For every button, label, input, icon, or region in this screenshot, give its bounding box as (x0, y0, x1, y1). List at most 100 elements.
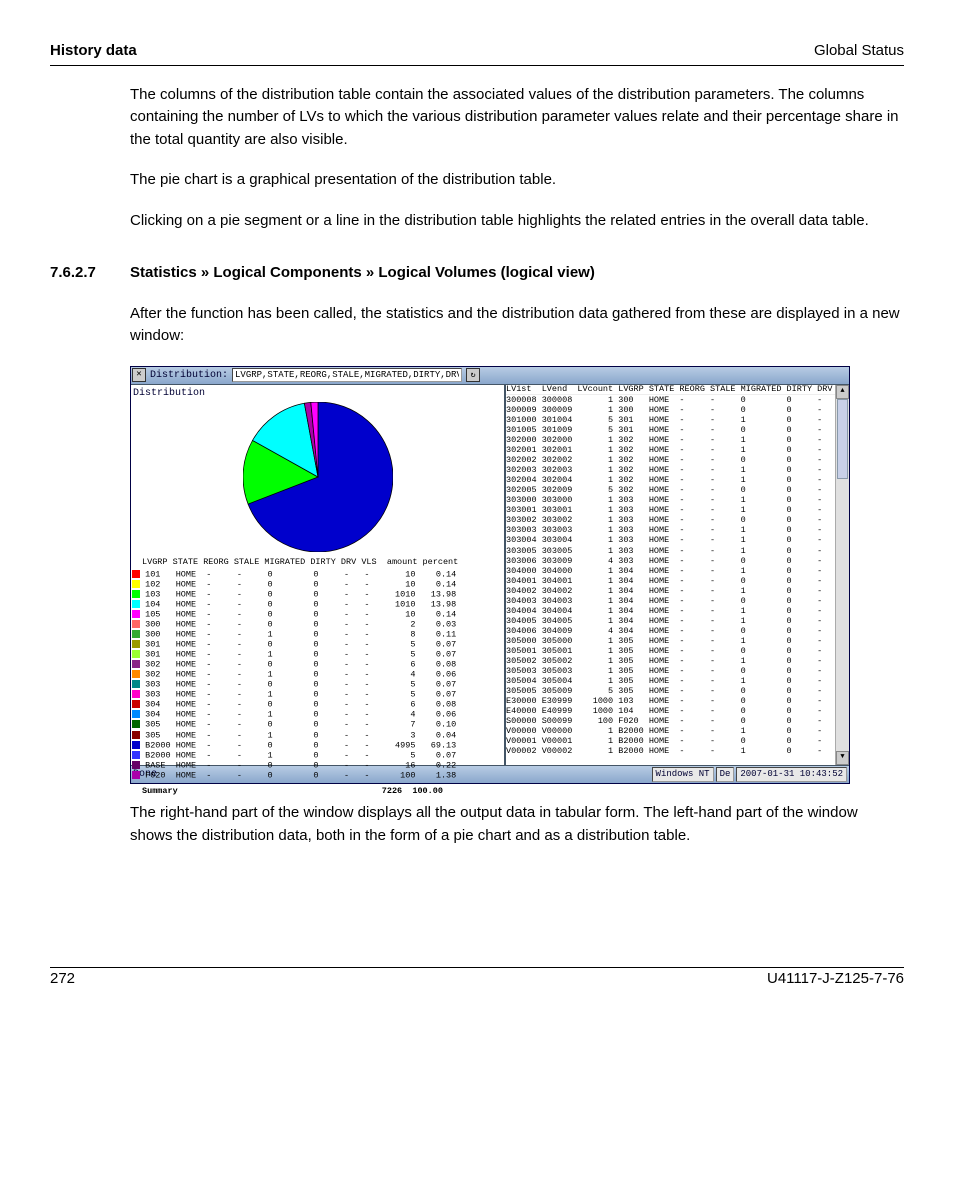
data-row[interactable]: 303001 303001 1 303 HOME - - 1 0 - - (506, 505, 849, 515)
scroll-up-icon[interactable]: ▲ (836, 385, 849, 399)
para-3: Clicking on a pie segment or a line in t… (130, 210, 904, 233)
dist-row[interactable]: 301 HOME - - 1 0 - - 5 0.07 (132, 650, 504, 660)
color-swatch (132, 650, 140, 658)
pane-title: Distribution (131, 385, 504, 402)
distribution-input[interactable] (232, 368, 462, 382)
dist-row[interactable]: 105 HOME - - 0 0 - - 10 0.14 (132, 610, 504, 620)
color-swatch (132, 660, 140, 668)
dist-row[interactable]: 102 HOME - - 0 0 - - 10 0.14 (132, 580, 504, 590)
toolbar: ✕ Distribution: ↻ (131, 367, 849, 385)
color-swatch (132, 630, 140, 638)
status-time: 2007-01-31 10:43:52 (736, 767, 847, 783)
color-swatch (132, 690, 140, 698)
color-swatch (132, 751, 140, 759)
summary-row: Summary 7226 100.00 (132, 785, 504, 798)
right-pane: LV1st LVend LVcount LVGRP STATE REORG ST… (506, 385, 849, 765)
data-row[interactable]: 305003 305003 1 305 HOME - - 0 0 - - (506, 666, 849, 676)
data-row[interactable]: 303005 303005 1 303 HOME - - 1 0 - - (506, 546, 849, 556)
data-row[interactable]: 304000 304000 1 304 HOME - - 1 0 - - (506, 566, 849, 576)
data-row[interactable]: 303003 303003 1 303 HOME - - 1 0 - - (506, 525, 849, 535)
data-row[interactable]: 302002 302002 1 302 HOME - - 0 0 - - (506, 455, 849, 465)
color-swatch (132, 731, 140, 739)
data-row[interactable]: 303002 303002 1 303 HOME - - 0 0 - - (506, 515, 849, 525)
data-table-body: 300008 300008 1 300 HOME - - 0 0 - -3000… (506, 395, 849, 755)
refresh-icon[interactable]: ↻ (466, 368, 480, 382)
data-row[interactable]: V00000 V00000 1 B2000 HOME - - 1 0 - - (506, 726, 849, 736)
running-footer: 272 U41117-J-Z125-7-76 (50, 967, 904, 991)
data-row[interactable]: V00002 V00002 1 B2000 HOME - - 1 0 - - (506, 746, 849, 755)
dist-row[interactable]: 302 HOME - - 1 0 - - 4 0.06 (132, 670, 504, 680)
data-table-header: LV1st LVend LVcount LVGRP STATE REORG ST… (506, 385, 849, 396)
header-right: Global Status (814, 40, 904, 63)
data-row[interactable]: 305005 305009 5 305 HOME - - 0 0 - - (506, 686, 849, 696)
distribution-label: Distribution: (150, 368, 228, 383)
data-row[interactable]: 304003 304003 1 304 HOME - - 0 0 - - (506, 596, 849, 606)
data-row[interactable]: E30000 E30999 1000 103 HOME - - 0 0 - - (506, 696, 849, 706)
data-row[interactable]: E40000 E40999 1000 104 HOME - - 0 0 - - (506, 706, 849, 716)
dist-row[interactable]: 104 HOME - - 0 0 - - 1010 13.98 (132, 600, 504, 610)
close-icon[interactable]: ✕ (132, 368, 146, 382)
data-row[interactable]: 300009 300009 1 300 HOME - - 0 0 - - (506, 405, 849, 415)
color-swatch (132, 670, 140, 678)
color-swatch (132, 580, 140, 588)
dist-row[interactable]: 302 HOME - - 0 0 - - 6 0.08 (132, 660, 504, 670)
data-row[interactable]: 301000 301004 5 301 HOME - - 1 0 - - (506, 415, 849, 425)
dist-row[interactable]: 103 HOME - - 0 0 - - 1010 13.98 (132, 590, 504, 600)
data-row[interactable]: 303004 303004 1 303 HOME - - 1 0 - - (506, 535, 849, 545)
data-row[interactable]: 304006 304009 4 304 HOME - - 0 0 - - (506, 626, 849, 636)
dist-row[interactable]: 305 HOME - - 0 0 - - 7 0.10 (132, 720, 504, 730)
status-locale: De (716, 767, 735, 783)
dist-row[interactable]: 101 HOME - - 0 0 - - 10 0.14 (132, 570, 504, 580)
color-swatch (132, 741, 140, 749)
dist-row[interactable]: 304 HOME - - 1 0 - - 4 0.06 (132, 710, 504, 720)
color-swatch (132, 610, 140, 618)
data-row[interactable]: 303006 303009 4 303 HOME - - 0 0 - - (506, 556, 849, 566)
doc-id: U41117-J-Z125-7-76 (767, 968, 904, 991)
color-swatch (132, 640, 140, 648)
dist-row[interactable]: 300 HOME - - 1 0 - - 8 0.11 (132, 630, 504, 640)
data-row[interactable]: 305000 305000 1 305 HOME - - 1 0 - - (506, 636, 849, 646)
scrollbar[interactable]: ▲ ▼ (835, 385, 849, 765)
data-row[interactable]: 305001 305001 1 305 HOME - - 0 0 - - (506, 646, 849, 656)
data-row[interactable]: 304004 304004 1 304 HOME - - 1 0 - - (506, 606, 849, 616)
color-swatch (132, 761, 140, 769)
color-swatch (132, 720, 140, 728)
running-header: History data Global Status (50, 40, 904, 66)
data-row[interactable]: 302003 302003 1 302 HOME - - 1 0 - - (506, 465, 849, 475)
data-row[interactable]: V00001 V00001 1 B2000 HOME - - 0 0 - - (506, 736, 849, 746)
data-row[interactable]: 304002 304002 1 304 HOME - - 1 0 - - (506, 586, 849, 596)
data-row[interactable]: 305004 305004 1 305 HOME - - 1 0 - - (506, 676, 849, 686)
dist-row[interactable]: 301 HOME - - 0 0 - - 5 0.07 (132, 640, 504, 650)
dist-row[interactable]: 304 HOME - - 0 0 - - 6 0.08 (132, 700, 504, 710)
color-swatch (132, 710, 140, 718)
data-row[interactable]: 303000 303000 1 303 HOME - - 1 0 - - (506, 495, 849, 505)
data-row[interactable]: 302004 302004 1 302 HOME - - 1 0 - - (506, 475, 849, 485)
color-swatch (132, 771, 140, 779)
dist-row[interactable]: 303 HOME - - 0 0 - - 5 0.07 (132, 680, 504, 690)
scroll-down-icon[interactable]: ▼ (836, 751, 849, 765)
dist-row[interactable]: 300 HOME - - 0 0 - - 2 0.03 (132, 620, 504, 630)
data-row[interactable]: 304005 304005 1 304 HOME - - 1 0 - - (506, 616, 849, 626)
para-4: After the function has been called, the … (130, 303, 904, 348)
para-1: The columns of the distribution table co… (130, 84, 904, 152)
data-row[interactable]: 302005 302009 5 302 HOME - - 0 0 - - (506, 485, 849, 495)
statistics-window: ✕ Distribution: ↻ Distribution LVGRP STA… (130, 366, 850, 785)
left-pane: Distribution LVGRP STATE REORG STALE MIG… (131, 385, 506, 765)
dist-row[interactable]: 305 HOME - - 1 0 - - 3 0.04 (132, 731, 504, 741)
header-left: History data (50, 40, 137, 63)
dist-row[interactable]: 303 HOME - - 1 0 - - 5 0.07 (132, 690, 504, 700)
data-row[interactable]: 301005 301009 5 301 HOME - - 0 0 - - (506, 425, 849, 435)
color-swatch (132, 590, 140, 598)
data-row[interactable]: S00000 S00099 100 F020 HOME - - 0 0 - - (506, 716, 849, 726)
data-row[interactable]: 305002 305002 1 305 HOME - - 1 0 - - (506, 656, 849, 666)
data-row[interactable]: 302001 302001 1 302 HOME - - 1 0 - - (506, 445, 849, 455)
dist-row[interactable]: F020 HOME - - 0 0 - - 100 1.38 (132, 771, 504, 781)
data-row[interactable]: 300008 300008 1 300 HOME - - 0 0 - - (506, 395, 849, 405)
scroll-thumb[interactable] (837, 399, 848, 479)
data-row[interactable]: 304001 304001 1 304 HOME - - 0 0 - - (506, 576, 849, 586)
section-number: 7.6.2.7 (50, 262, 130, 285)
pie-chart[interactable] (131, 402, 504, 552)
color-swatch (132, 680, 140, 688)
data-row[interactable]: 302000 302000 1 302 HOME - - 1 0 - - (506, 435, 849, 445)
para-5: The right-hand part of the window displa… (130, 802, 904, 847)
